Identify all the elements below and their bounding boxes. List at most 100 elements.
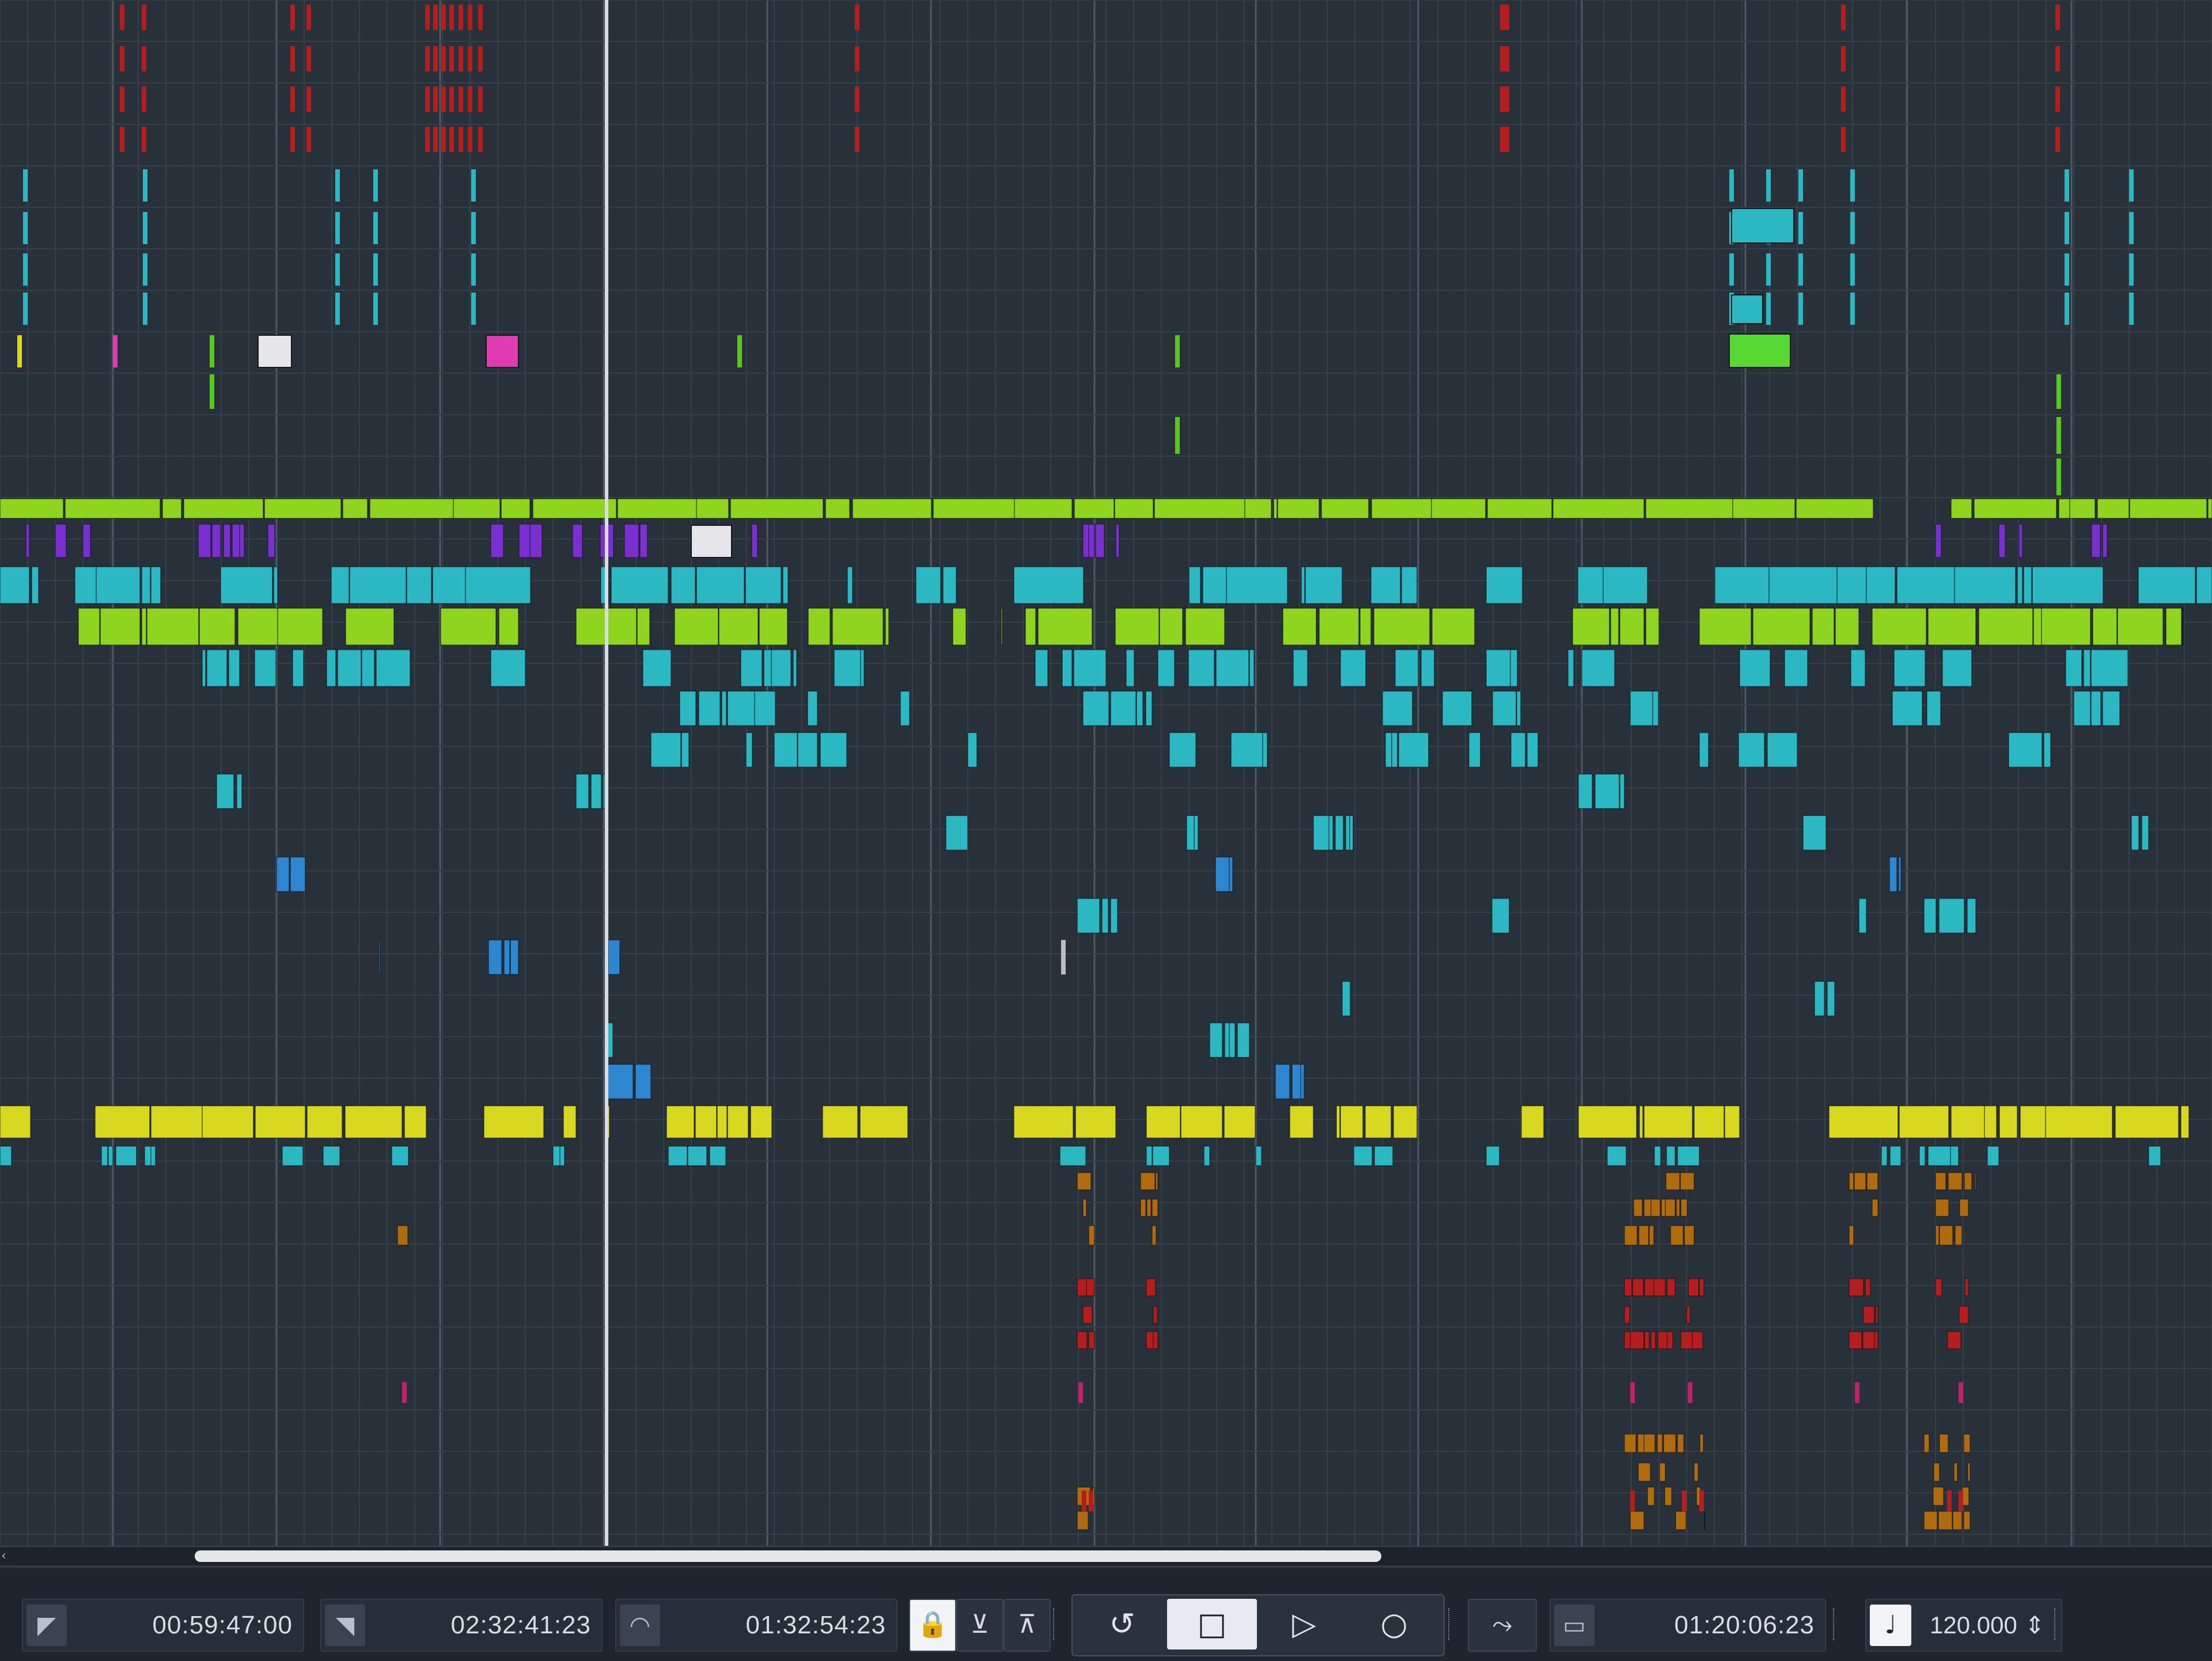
clip[interactable] xyxy=(342,498,368,519)
clip[interactable] xyxy=(1675,1511,1687,1530)
clip[interactable] xyxy=(1487,498,1552,519)
clip[interactable] xyxy=(1153,1331,1158,1349)
clip[interactable] xyxy=(1349,815,1354,851)
clip[interactable] xyxy=(1013,1105,1074,1139)
clip[interactable] xyxy=(74,566,97,604)
range-length-value[interactable]: 01:32:54:23 xyxy=(746,1609,886,1641)
clip[interactable] xyxy=(449,46,454,71)
clip[interactable] xyxy=(1510,732,1526,768)
clip[interactable] xyxy=(1194,815,1199,851)
clip[interactable] xyxy=(687,1146,707,1166)
clip[interactable] xyxy=(1492,691,1517,726)
clip[interactable] xyxy=(639,524,648,558)
clip[interactable] xyxy=(1630,1382,1635,1403)
clip[interactable] xyxy=(1175,335,1180,367)
clip[interactable] xyxy=(1798,169,1803,202)
clip[interactable] xyxy=(1643,1105,1693,1139)
clip[interactable] xyxy=(1923,898,1937,934)
clip[interactable] xyxy=(750,1105,772,1139)
clip[interactable] xyxy=(2023,566,2032,604)
clip[interactable] xyxy=(1919,1146,1926,1166)
clip[interactable] xyxy=(1224,1105,1256,1139)
clip[interactable] xyxy=(945,815,968,851)
clip[interactable] xyxy=(1209,1022,1223,1058)
clip[interactable] xyxy=(1688,1278,1699,1296)
clip[interactable] xyxy=(1892,691,1923,726)
clip[interactable] xyxy=(1953,1462,1958,1482)
clip[interactable] xyxy=(1729,169,1734,202)
clip[interactable] xyxy=(1933,1486,1944,1506)
clip[interactable] xyxy=(1849,1225,1854,1246)
clip[interactable] xyxy=(490,524,504,558)
clip[interactable] xyxy=(1739,649,1771,687)
clip[interactable] xyxy=(1073,649,1107,687)
clip[interactable] xyxy=(1850,649,1866,687)
clip[interactable] xyxy=(0,566,30,604)
clip[interactable] xyxy=(679,691,696,726)
clip[interactable] xyxy=(1291,1064,1301,1099)
clip[interactable] xyxy=(1505,46,1509,71)
horizontal-scrollbar[interactable]: ‹ xyxy=(0,1546,2212,1568)
clip[interactable] xyxy=(1095,524,1105,558)
clip[interactable] xyxy=(101,1146,108,1166)
clip[interactable] xyxy=(1724,1105,1740,1139)
clip[interactable] xyxy=(740,649,763,687)
clip[interactable] xyxy=(1692,1331,1703,1349)
clip[interactable] xyxy=(642,649,672,687)
clip[interactable] xyxy=(1752,608,1810,646)
clip[interactable] xyxy=(2056,458,2061,495)
clip[interactable] xyxy=(478,46,483,71)
clip[interactable] xyxy=(1152,1225,1157,1246)
clip[interactable] xyxy=(717,1105,728,1139)
clip[interactable] xyxy=(808,608,831,646)
clip[interactable] xyxy=(1313,815,1330,851)
clip[interactable] xyxy=(1059,1146,1086,1166)
clip[interactable] xyxy=(1110,691,1137,726)
clip[interactable] xyxy=(1115,608,1160,646)
clip[interactable] xyxy=(855,5,859,30)
clip[interactable] xyxy=(1630,691,1653,726)
clip[interactable] xyxy=(1836,566,1867,604)
clip[interactable] xyxy=(1157,649,1175,687)
clip[interactable] xyxy=(1342,981,1351,1017)
clip[interactable] xyxy=(1854,1172,1866,1190)
clip[interactable] xyxy=(1282,608,1317,646)
clip[interactable] xyxy=(1088,1225,1095,1246)
clip[interactable] xyxy=(1974,498,2057,519)
clip[interactable] xyxy=(255,1105,306,1139)
clip[interactable] xyxy=(1061,940,1066,974)
clip[interactable] xyxy=(459,86,463,112)
clip[interactable] xyxy=(433,46,438,71)
clip[interactable] xyxy=(1277,498,1320,519)
clip[interactable] xyxy=(1638,1225,1649,1246)
clip[interactable] xyxy=(1729,253,1734,286)
clip[interactable] xyxy=(1154,498,1245,519)
clip[interactable] xyxy=(2129,293,2134,325)
clip[interactable] xyxy=(142,5,146,30)
clip[interactable] xyxy=(1849,1331,1862,1349)
clip[interactable] xyxy=(1654,1146,1661,1166)
clip[interactable] xyxy=(335,253,340,286)
clip[interactable] xyxy=(1947,1331,1961,1349)
clip[interactable] xyxy=(1146,1199,1152,1217)
clip[interactable] xyxy=(2148,1146,2161,1166)
clip[interactable] xyxy=(425,5,430,30)
clip[interactable] xyxy=(2090,649,2128,687)
clip[interactable] xyxy=(162,498,182,519)
clip[interactable] xyxy=(373,169,378,202)
clip[interactable] xyxy=(1841,86,1846,112)
clip[interactable] xyxy=(1077,898,1100,934)
clip[interactable] xyxy=(1664,1486,1672,1506)
clip[interactable] xyxy=(1798,293,1803,325)
clip[interactable] xyxy=(1146,1278,1156,1296)
clip[interactable] xyxy=(306,127,311,152)
clip[interactable] xyxy=(23,293,28,325)
clip[interactable] xyxy=(2180,1105,2190,1139)
clip[interactable] xyxy=(1224,1022,1230,1058)
clip[interactable] xyxy=(335,293,340,325)
clip[interactable] xyxy=(696,498,729,519)
clip[interactable] xyxy=(1959,1306,1969,1324)
clip[interactable] xyxy=(1082,524,1089,558)
clip[interactable] xyxy=(1505,86,1509,112)
clip[interactable] xyxy=(1624,1225,1638,1246)
